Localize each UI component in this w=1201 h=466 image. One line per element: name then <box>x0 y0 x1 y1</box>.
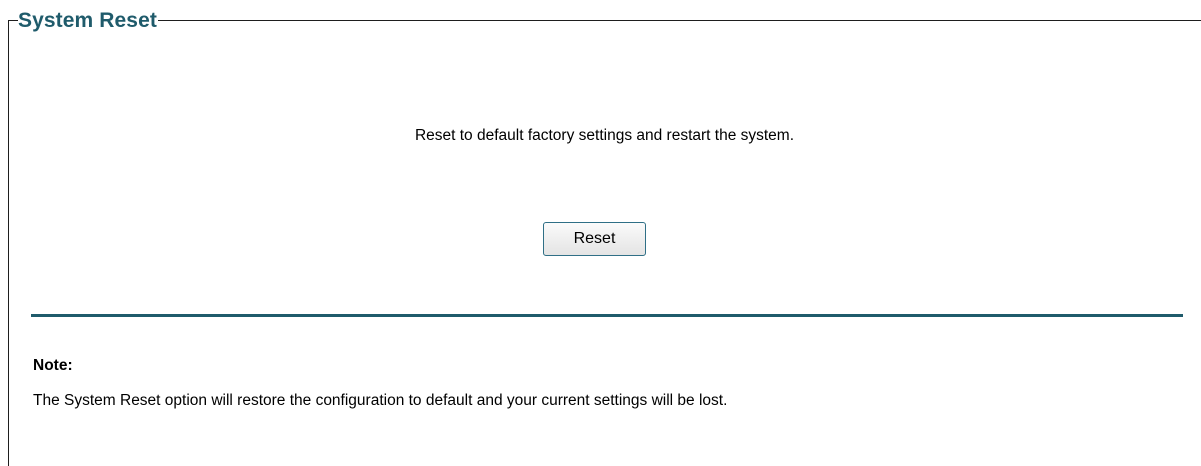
section-divider <box>31 314 1183 317</box>
reset-button[interactable]: Reset <box>543 222 646 256</box>
reset-description: Reset to default factory settings and re… <box>414 127 795 144</box>
panel-title: System Reset <box>18 6 158 36</box>
note-title: Note: <box>33 357 73 374</box>
panel-border-top <box>8 20 1201 21</box>
note-text: The System Reset option will restore the… <box>33 392 728 409</box>
panel-border-left <box>8 20 9 466</box>
